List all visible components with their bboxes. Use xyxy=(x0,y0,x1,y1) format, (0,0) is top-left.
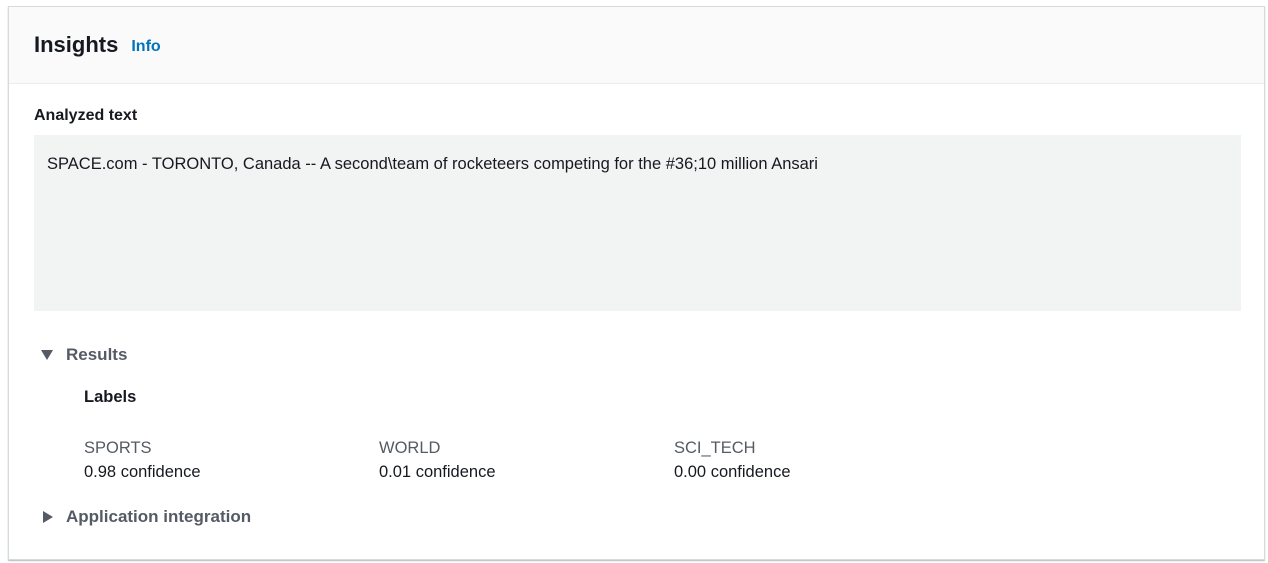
label-name: SPORTS xyxy=(84,439,152,457)
labels-heading: Labels xyxy=(84,388,137,406)
analyzed-text-box: SPACE.com - TORONTO, Canada -- A second\… xyxy=(34,135,1241,311)
label-confidence: 0.01 confidence xyxy=(379,463,496,481)
info-link[interactable]: Info xyxy=(131,38,160,56)
insights-panel: Insights Info Analyzed text SPACE.com - … xyxy=(8,6,1265,560)
label-name: SCI_TECH xyxy=(674,439,756,457)
label-item: SCI_TECH 0.00 confidence xyxy=(674,437,791,485)
caret-right-icon xyxy=(43,511,53,523)
label-item: WORLD 0.01 confidence xyxy=(379,437,496,485)
panel-header: Insights Info xyxy=(9,7,1264,84)
label-name: WORLD xyxy=(379,439,441,457)
page-title: Insights xyxy=(34,32,119,57)
analyzed-text-label: Analyzed text xyxy=(34,107,138,124)
application-integration-expander[interactable]: Application integration xyxy=(41,507,251,527)
results-label: Results xyxy=(66,345,128,364)
label-confidence: 0.00 confidence xyxy=(674,463,791,481)
caret-down-icon xyxy=(41,350,53,360)
application-integration-label: Application integration xyxy=(66,507,252,526)
label-item: SPORTS 0.98 confidence xyxy=(84,437,201,485)
results-expander[interactable]: Results xyxy=(41,345,127,365)
label-confidence: 0.98 confidence xyxy=(84,463,201,481)
